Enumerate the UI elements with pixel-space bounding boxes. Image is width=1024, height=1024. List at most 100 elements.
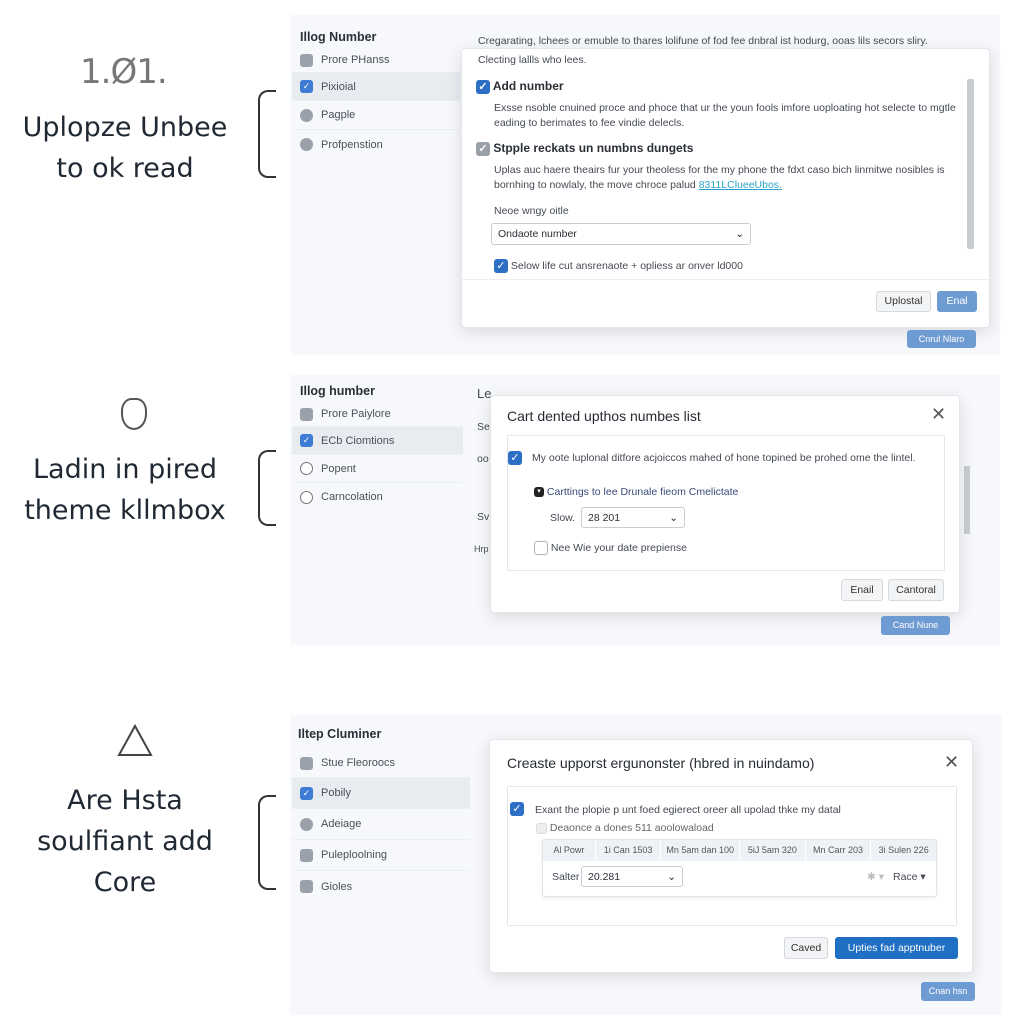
checkbox-checked-icon[interactable]: ✓	[494, 259, 508, 274]
checkbox-unchecked-icon[interactable]	[534, 541, 548, 556]
globe-icon	[300, 817, 313, 831]
dialog-title: Creaste upporst ergunonster (hbred in nu…	[507, 755, 815, 771]
version-label: 1.Ø1.	[80, 52, 168, 92]
divider	[462, 279, 989, 280]
sidebar-title: Illog humber	[300, 384, 375, 398]
sidebar-item-4[interactable]: Profpenstion	[292, 130, 460, 159]
chevron-down-icon: ⌄	[669, 511, 678, 524]
sidebar-item-label: ECb Ciomtions	[321, 434, 395, 447]
sidebar-title: Illog Number	[300, 30, 377, 44]
sidebar-item-label: Adeiage	[321, 818, 362, 830]
sidebar-item-2[interactable]: ✓ Pobily	[292, 778, 470, 809]
bg-text: Se	[477, 421, 490, 433]
phone-icon	[300, 848, 313, 862]
sidebar-item-label: Gioles	[321, 880, 353, 893]
footer-check[interactable]: ✓ Selow life cut ansrenaote + opliess ar…	[494, 259, 743, 274]
bottom-action-button[interactable]: Cnan hsn	[921, 982, 975, 1001]
sidebar-item-label: Prore PHanss	[321, 54, 390, 66]
select-label: Slow.	[550, 512, 576, 524]
phone-icon	[300, 756, 313, 770]
bracket-icon	[258, 90, 276, 178]
dialog-title: Cart dented upthos numbes list	[507, 408, 701, 424]
shield-icon	[121, 398, 147, 430]
email-button[interactable]: Enail	[841, 579, 883, 601]
table-header[interactable]: 3i Sulen 226	[871, 840, 936, 861]
bracket-icon	[258, 795, 276, 890]
caption-1: Uplopze Unbee to ok read	[0, 107, 250, 189]
option-description: Exsse nsoble cnuined proce and phoce tha…	[494, 102, 956, 129]
checkbox-icon: ✓	[300, 434, 313, 447]
table-header-row: Al Powr 1i Can 1503 Mn 5am dan 100 5iJ 5…	[543, 840, 936, 861]
bottom-action-button[interactable]: Cand Nune	[881, 616, 950, 635]
update-button[interactable]: Upties fad apptnuber	[835, 937, 958, 959]
sidebar-item-5[interactable]: Gioles	[292, 871, 470, 902]
check1-label: Exant the plopie p unt foed egierect ore…	[535, 804, 841, 816]
circle-icon	[300, 490, 313, 504]
sidebar-item-3[interactable]: Adeiage	[292, 809, 470, 840]
sidebar-item-1[interactable]: Stue Fleoroocs	[292, 749, 470, 778]
sidebar-item-label: Carncolation	[321, 491, 383, 503]
checkbox-icon[interactable]: ▾	[534, 487, 544, 498]
sidebar-item-2[interactable]: ✓ Pixioial	[292, 73, 460, 101]
sidebar-item-3[interactable]: Popent	[292, 455, 463, 483]
dialog-content-box: ✓ My oote luplonal ditfore acjoiccos mah…	[507, 435, 945, 571]
caption-line: Are Hsta	[67, 785, 183, 816]
box-icon	[300, 880, 313, 893]
option-label: Stpple reckats un numbns dungets	[493, 141, 694, 155]
bg-text: oo	[477, 453, 489, 465]
caption-line: Ladin in pired	[32, 454, 218, 485]
dialog-content-box: ✓ Exant the plopie p unt foed egierect o…	[507, 786, 957, 926]
sidebar-title: Iltep Cluminer	[298, 727, 382, 741]
table-header[interactable]: 1i Can 1503	[596, 840, 662, 861]
select-value: 28 201	[588, 511, 621, 524]
option-link[interactable]: 8311LClueeUbos.	[699, 179, 782, 191]
checkbox-checked-icon[interactable]: ✓	[508, 451, 522, 465]
sidebar-item-3[interactable]: Pagple	[292, 101, 460, 130]
number-select[interactable]: Ondaote number ⌄	[491, 223, 751, 245]
bg-text: Sv	[477, 511, 490, 523]
table-header[interactable]: Mn Carr 203	[806, 840, 872, 861]
sidebar-item-4[interactable]: Puleploolning	[292, 840, 470, 871]
close-icon[interactable]: ✕	[944, 752, 959, 773]
check2[interactable]: Nee Wie your date prepiense	[534, 541, 687, 556]
slow-select[interactable]: 28 201 ⌄	[581, 507, 685, 528]
sidebar-item-label: Pixioial	[321, 80, 356, 93]
sidebar-item-2[interactable]: ✓ ECb Ciomtions	[292, 427, 463, 455]
salter-select[interactable]: 20.281 ⌄	[581, 866, 683, 887]
upload-button[interactable]: Uplostal	[876, 291, 931, 312]
option-simple[interactable]: ✓ Stpple reckats un numbns dungets	[476, 141, 693, 156]
sub-check[interactable]: Deaonce a dones 511 aoolowaload	[536, 821, 714, 836]
checkbox-icon[interactable]: ✓	[476, 141, 490, 156]
checkbox-icon: ✓	[300, 786, 313, 800]
table-header[interactable]: Mn 5am dan 100	[661, 840, 740, 861]
checkbox-icon[interactable]	[536, 822, 547, 834]
sidebar-item-4[interactable]: Carncolation	[292, 483, 463, 511]
table-header[interactable]: 5iJ 5am 320	[740, 840, 806, 861]
close-icon[interactable]: ✕	[931, 404, 946, 425]
table-header[interactable]: Al Powr	[543, 840, 596, 861]
sub-check[interactable]: ▾ Carttings to lee Drunale fieom Cmelict…	[534, 485, 738, 500]
email-button[interactable]: Enal	[937, 291, 977, 312]
option-add-number[interactable]: ✓ Add number	[476, 79, 564, 94]
scrollbar[interactable]	[964, 466, 970, 534]
sidebar-item-label: Pagple	[321, 109, 356, 121]
sidebar-item-label: Puleploolning	[321, 849, 388, 861]
chevron-down-icon: ⌄	[667, 870, 676, 883]
rate-label: Race	[893, 871, 918, 883]
lock-icon	[300, 53, 313, 67]
cancel-button[interactable]: Cantoral	[888, 579, 944, 601]
sidebar-item-1[interactable]: Prore Paiylore	[292, 402, 463, 427]
check2-label: Nee Wie your date prepiense	[550, 542, 687, 554]
star-dropdown[interactable]: ✱ ▾	[867, 870, 884, 885]
bottom-action-button[interactable]: Cnrul Nlaro	[907, 330, 976, 348]
sidebar-item-1[interactable]: Prore PHanss	[292, 48, 460, 73]
checkbox-checked-icon[interactable]: ✓	[476, 79, 490, 94]
sub-check-label: Carttings to lee Drunale fieom Cmelictat…	[546, 486, 739, 498]
rate-dropdown[interactable]: Race ▾	[893, 870, 926, 885]
cancel-button[interactable]: Caved	[784, 937, 828, 959]
dialog-intro: Clecting lallls who lees.	[478, 54, 587, 66]
scrollbar[interactable]	[967, 79, 974, 249]
sidebar-item-label: Profpenstion	[321, 138, 383, 151]
checkbox-checked-icon[interactable]: ✓	[510, 802, 524, 816]
sidebar-item-label: Stue Fleoroocs	[321, 757, 395, 769]
